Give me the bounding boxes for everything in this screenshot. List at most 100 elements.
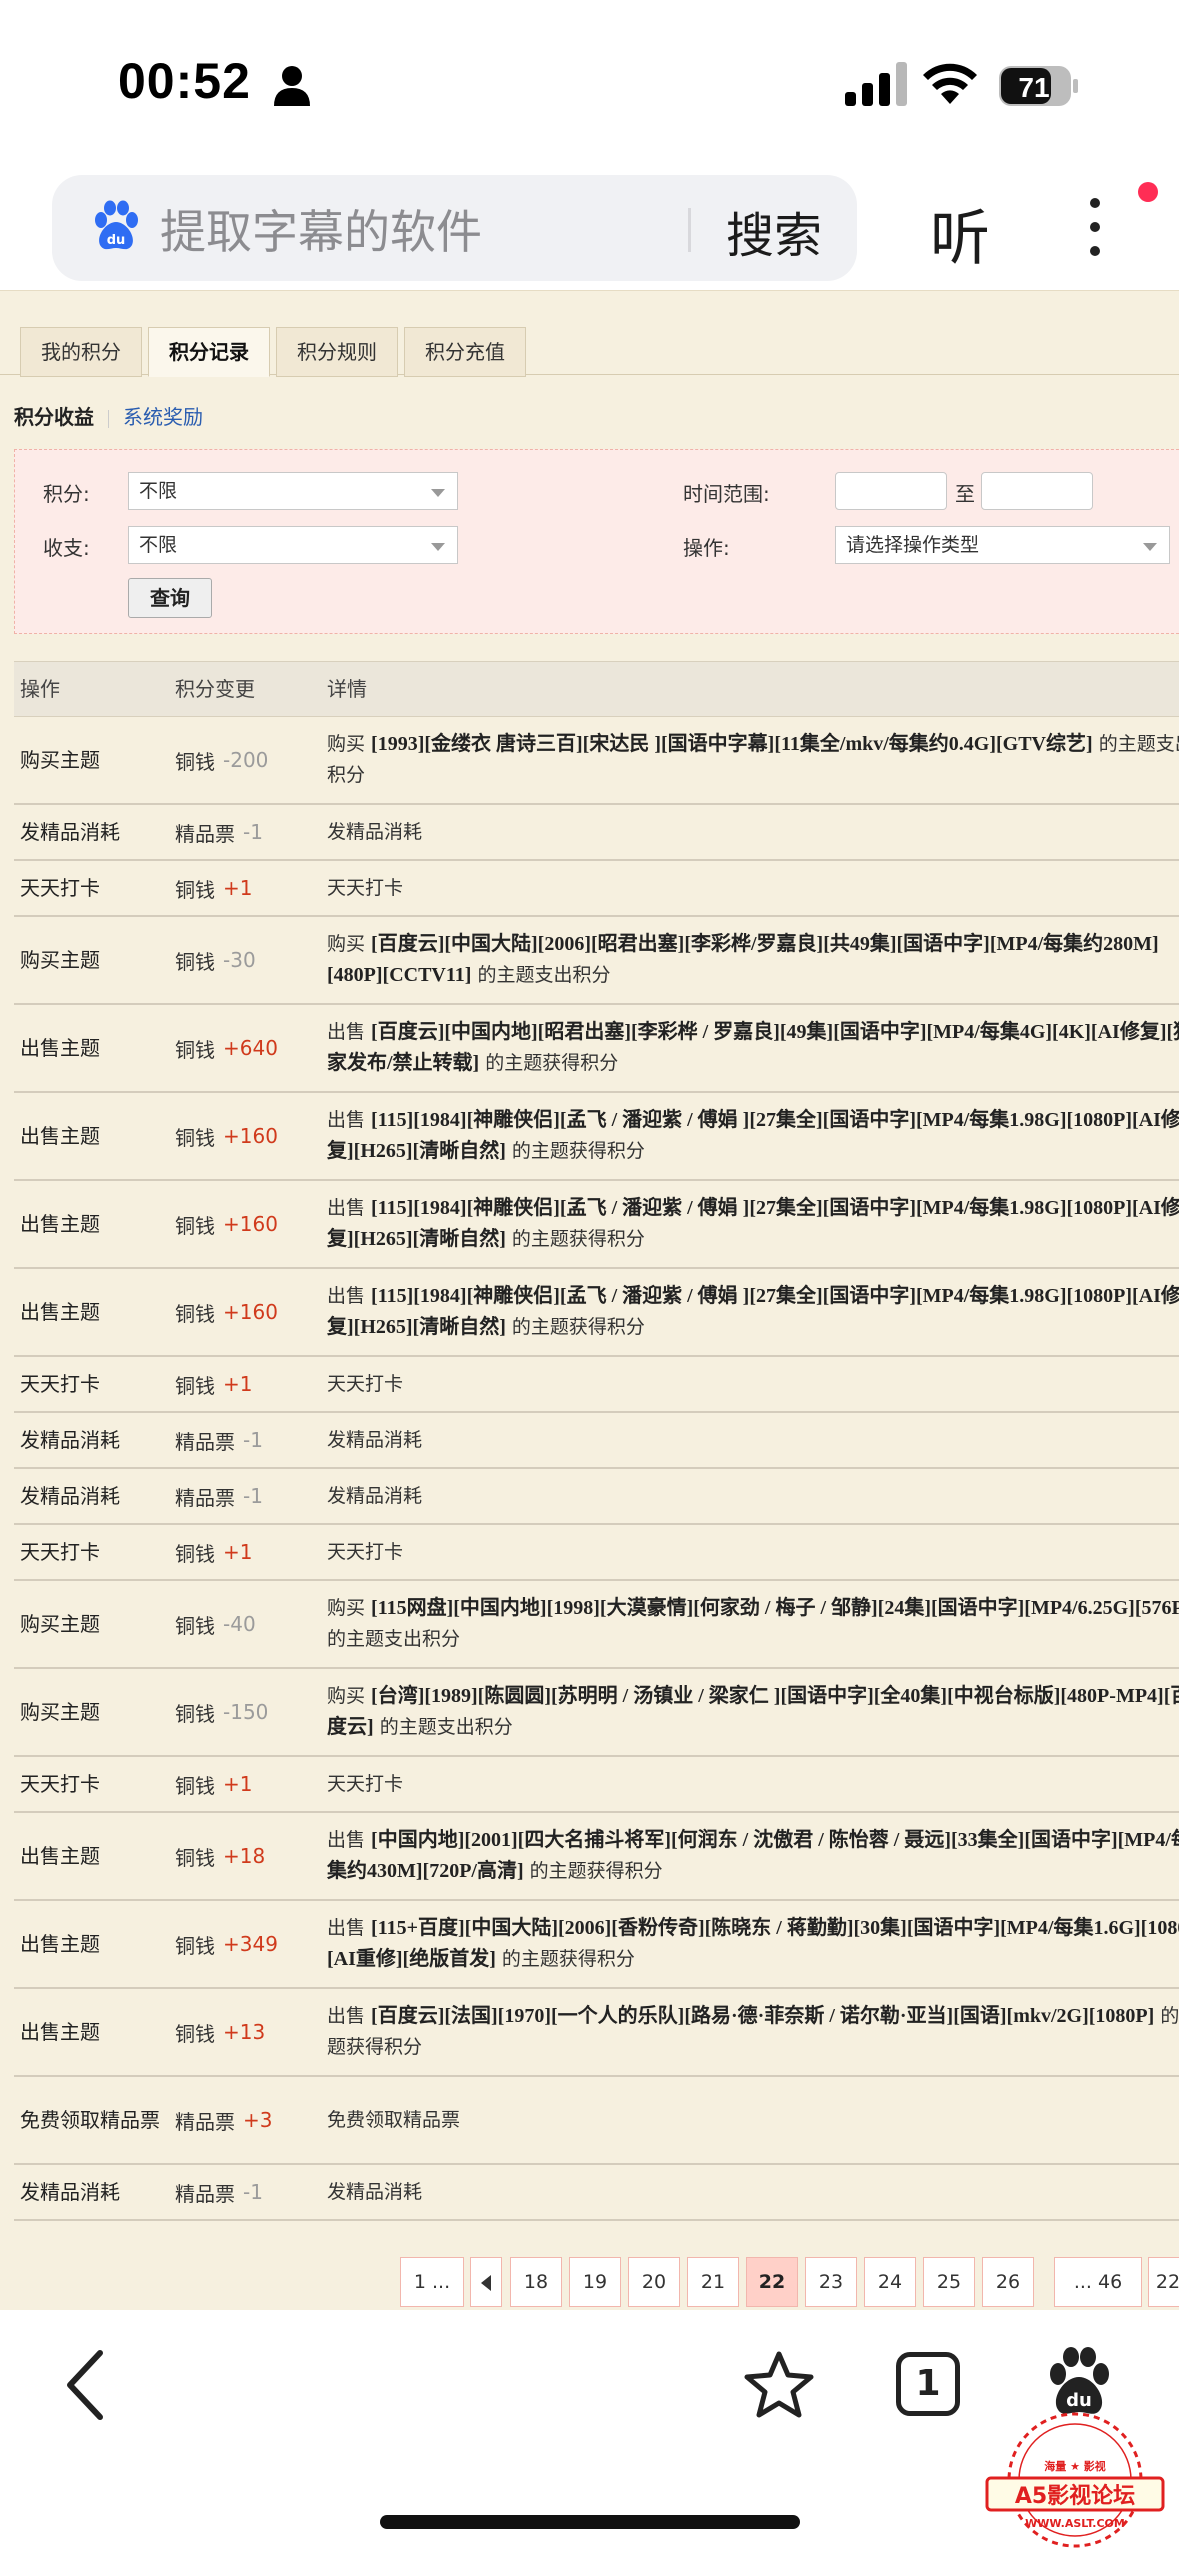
- page-jump-input[interactable]: 22: [1148, 2257, 1179, 2307]
- watermark-logo: 海量 ★ 影视 A5影视论坛 WWW.ASLT.COM: [985, 2412, 1165, 2548]
- row-detail-suffix: 的主题获得积分: [479, 1052, 619, 1074]
- row-points-change: 精品票 -1: [175, 1413, 263, 1467]
- row-points-change: 精品票 -1: [175, 1469, 263, 1523]
- row-delta: -1: [243, 820, 263, 844]
- operation-select[interactable]: 请选择操作类型: [835, 526, 1170, 564]
- query-button[interactable]: 查询: [128, 578, 212, 618]
- subnav-system-rewards[interactable]: 系统奖励: [123, 405, 203, 429]
- row-detail-topic-link[interactable]: [115][1984][神雕侠侣][孟飞 / 潘迎紫 / 傅娟 ][27集全][…: [327, 1109, 1179, 1162]
- row-points-change: 铜钱 -200: [175, 717, 268, 803]
- row-delta: -200: [223, 748, 269, 772]
- tab-points-recharge[interactable]: 积分充值: [404, 327, 526, 377]
- page-last-button[interactable]: ... 46: [1054, 2257, 1142, 2307]
- page-link[interactable]: 18: [510, 2257, 562, 2307]
- row-operation: 天天打卡: [20, 861, 160, 915]
- row-operation: 天天打卡: [20, 1525, 160, 1579]
- row-delta: +160: [223, 1212, 278, 1236]
- row-operation: 出售主题: [20, 1005, 160, 1091]
- row-delta: +160: [223, 1300, 278, 1324]
- row-details: 天天打卡: [327, 1525, 1179, 1579]
- end-date-input[interactable]: [981, 472, 1093, 510]
- tab-points-record[interactable]: 积分记录: [148, 327, 270, 377]
- back-icon[interactable]: [60, 2345, 110, 2425]
- page-link[interactable]: 23: [805, 2257, 857, 2307]
- row-operation: 发精品消耗: [20, 1469, 160, 1523]
- tab-points-rules[interactable]: 积分规则: [276, 327, 398, 377]
- table-row: 出售主题 铜钱 +640 出售 [百度云][中国内地][昭君出塞][李彩桦 / 罗嘉良…: [14, 1005, 1179, 1093]
- row-operation-text: 天天打卡: [20, 1772, 100, 1796]
- row-points-change: 铜钱 +160: [175, 1093, 278, 1179]
- inout-select[interactable]: 不限: [128, 526, 458, 564]
- row-detail-topic-link[interactable]: [115网盘][中国内地][1998][大漠豪情][何家劲 / 梅子 / 邹静]…: [371, 1597, 1179, 1619]
- tab-my-points[interactable]: 我的积分: [20, 327, 142, 377]
- row-currency: 精品票: [175, 1485, 235, 1510]
- page-link[interactable]: 19: [569, 2257, 621, 2307]
- more-menu-icon[interactable]: [1080, 198, 1110, 260]
- page-link[interactable]: 26: [982, 2257, 1034, 2307]
- row-detail-topic-link[interactable]: [百度云][中国内地][昭君出塞][李彩桦 / 罗嘉良][49集][国语中字][…: [327, 1021, 1179, 1074]
- search-button[interactable]: 搜索: [726, 196, 822, 266]
- row-details: 发精品消耗: [327, 1413, 1179, 1467]
- row-detail-topic-link[interactable]: [百度云][法国][1970][一个人的乐队][路易·德·菲奈斯 / 诺尔勒·亚…: [371, 2005, 1154, 2027]
- start-date-input[interactable]: [835, 472, 947, 510]
- row-operation-text: 发精品消耗: [20, 820, 120, 844]
- row-details: 出售 [115][1984][神雕侠侣][孟飞 / 潘迎紫 / 傅娟 ][27集…: [327, 1269, 1179, 1355]
- watermark-slogan: 海量 ★ 影视: [1044, 2459, 1106, 2473]
- row-currency: 铜钱: [175, 877, 215, 902]
- row-detail-suffix: 的主题获得积分: [523, 1860, 663, 1882]
- row-operation-text: 购买主题: [20, 948, 100, 972]
- page-link[interactable]: 24: [864, 2257, 916, 2307]
- row-currency: 铜钱: [175, 1125, 215, 1150]
- row-delta: +160: [223, 1124, 278, 1148]
- table-row: 免费领取精品票 精品票 +3 免费领取精品票: [14, 2077, 1179, 2165]
- tabs-count-button[interactable]: 1: [896, 2352, 960, 2416]
- time-range-label: 时间范围:: [683, 482, 770, 506]
- row-detail-topic-link[interactable]: [115][1984][神雕侠侣][孟飞 / 潘迎紫 / 傅娟 ][27集全][…: [327, 1197, 1179, 1250]
- row-operation-text: 购买主题: [20, 748, 100, 772]
- row-operation: 出售主题: [20, 1901, 160, 1987]
- table-row: 天天打卡 铜钱 +1 天天打卡: [14, 861, 1179, 917]
- pagination: 1 ... 18 19 20 21 22 23 24 25 26... 46 22: [0, 2257, 1179, 2313]
- row-details: 出售 [中国内地][2001][四大名捕斗将军][何润东 / 沈傲君 / 陈怡蓉…: [327, 1813, 1179, 1899]
- table-row: 天天打卡 铜钱 +1 天天打卡: [14, 1525, 1179, 1581]
- row-details: 发精品消耗: [327, 1469, 1179, 1523]
- page-first-button[interactable]: 1 ...: [400, 2257, 464, 2307]
- row-detail-topic-link[interactable]: [1993][金缕衣 唐诗三百][宋达民 ][国语中字幕][11集全/mkv/每…: [371, 733, 1093, 755]
- row-operation-text: 发精品消耗: [20, 1484, 120, 1508]
- row-points-change: 铜钱 -150: [175, 1669, 268, 1755]
- page-link[interactable]: 21: [687, 2257, 739, 2307]
- bookmark-star-icon[interactable]: [742, 2348, 816, 2420]
- page-prev-button[interactable]: [470, 2257, 502, 2307]
- row-currency: 铜钱: [175, 1845, 215, 1870]
- row-points-change: 精品票 -1: [175, 2165, 263, 2219]
- row-detail-topic-link[interactable]: [115+百度][中国大陆][2006][香粉传奇][陈晓东 / 蒋勤勤][30…: [327, 1917, 1179, 1970]
- row-currency: 铜钱: [175, 1773, 215, 1798]
- row-detail-topic-link[interactable]: [115][1984][神雕侠侣][孟飞 / 潘迎紫 / 傅娟 ][27集全][…: [327, 1285, 1179, 1338]
- row-currency: 铜钱: [175, 1933, 215, 1958]
- row-details: 出售 [百度云][中国内地][昭君出塞][李彩桦 / 罗嘉良][49集][国语中…: [327, 1005, 1179, 1091]
- row-points-change: 铜钱 -30: [175, 917, 256, 1003]
- row-operation: 购买主题: [20, 1581, 160, 1667]
- row-detail-prefix: 发精品消耗: [327, 2180, 423, 2203]
- home-indicator[interactable]: [380, 2515, 800, 2529]
- row-detail-prefix: 购买: [327, 933, 372, 955]
- row-detail-topic-link[interactable]: [中国内地][2001][四大名捕斗将军][何润东 / 沈傲君 / 陈怡蓉 / …: [327, 1829, 1179, 1882]
- row-detail-topic-link[interactable]: [百度云][中国大陆][2006][昭君出塞][李彩桦/罗嘉良][共49集][国…: [327, 933, 1159, 986]
- row-currency: 铜钱: [175, 1037, 215, 1062]
- row-currency: 铜钱: [175, 1373, 215, 1398]
- row-detail-suffix: 的主题获得积分: [505, 1228, 645, 1250]
- page-current[interactable]: 22: [746, 2257, 798, 2307]
- page-link[interactable]: 20: [628, 2257, 680, 2307]
- row-currency: 铜钱: [175, 1701, 215, 1726]
- row-currency: 铜钱: [175, 749, 215, 774]
- search-query[interactable]: 提取字幕的软件: [160, 196, 482, 262]
- points-select[interactable]: 不限: [128, 472, 458, 510]
- row-points-change: 铜钱 +349: [175, 1901, 278, 1987]
- row-detail-prefix: 出售: [327, 1917, 372, 1939]
- row-detail-suffix: 的主题支出积分: [471, 964, 611, 986]
- subnav-earnings[interactable]: 积分收益: [14, 405, 94, 429]
- listen-button[interactable]: 听: [930, 190, 990, 277]
- row-delta: -150: [223, 1700, 269, 1724]
- row-detail-prefix: 天天打卡: [327, 1540, 404, 1563]
- page-link[interactable]: 25: [923, 2257, 975, 2307]
